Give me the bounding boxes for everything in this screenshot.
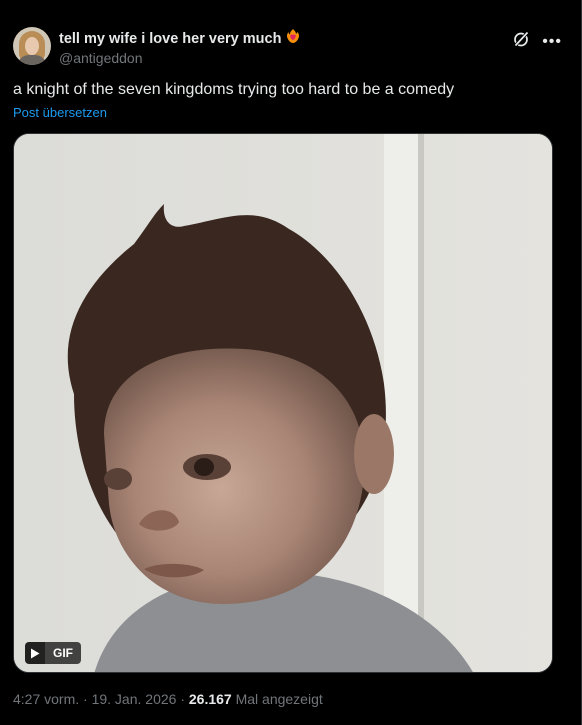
heart-on-fire-icon [285,28,301,49]
gif-label: GIF [45,642,81,664]
display-name-text[interactable]: tell my wife i love her very much [59,30,281,48]
tweet-meta: 4:27 vorm. · 19. Jan. 2026 · 26.167 Mal … [13,690,323,708]
author-handle[interactable]: @antigeddon [59,49,301,68]
tweet-header: tell my wife i love her very much @antig… [13,27,562,67]
play-icon[interactable] [25,642,45,664]
tweet-text: a knight of the seven kingdoms trying to… [13,81,455,98]
gif-media[interactable]: GIF [13,133,553,673]
gif-badge[interactable]: GIF [25,642,81,664]
avatar[interactable] [13,27,51,65]
timestamp[interactable]: 4:27 vorm. · 19. Jan. 2026 · [13,691,189,707]
views-count: 26.167 [188,691,232,707]
header-actions: ••• [512,30,562,53]
tweet-detail: tell my wife i love her very much @antig… [0,0,582,725]
views-label: Mal angezeigt [231,691,323,707]
author-display-name[interactable]: tell my wife i love her very much [59,28,301,49]
grok-icon[interactable] [512,30,530,53]
more-icon[interactable]: ••• [542,33,562,50]
gif-frame [14,134,552,672]
author-names: tell my wife i love her very much @antig… [59,28,301,68]
translate-link[interactable]: Post übersetzen [13,105,107,121]
